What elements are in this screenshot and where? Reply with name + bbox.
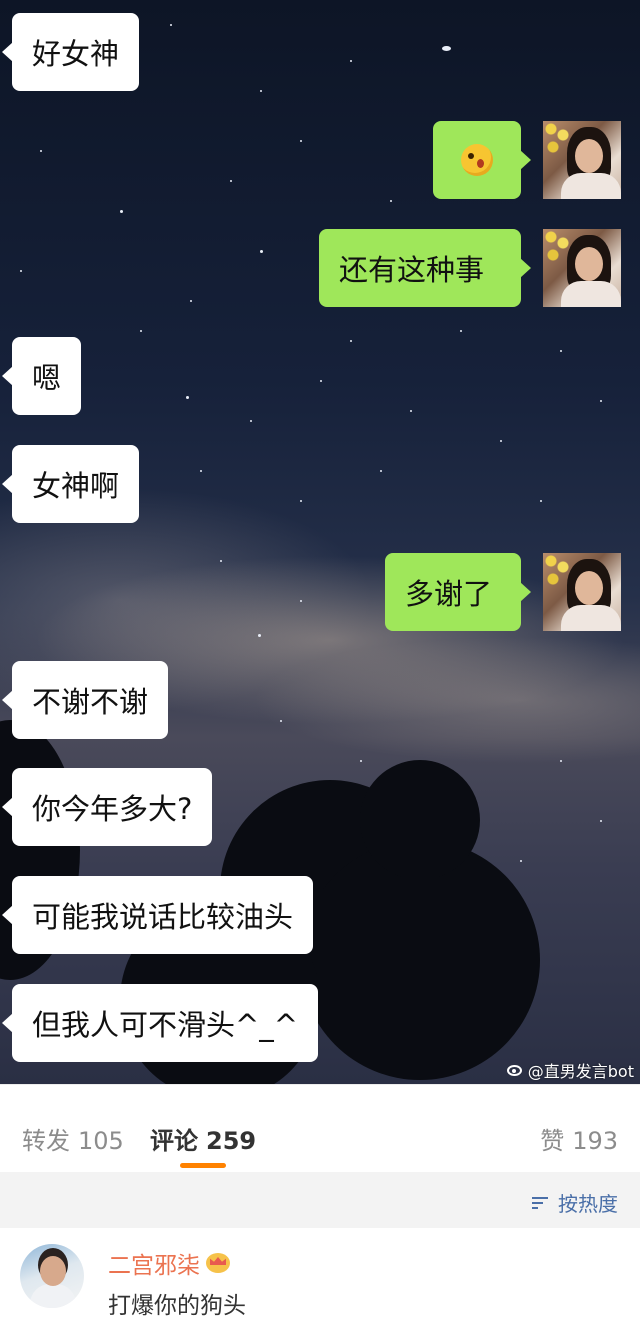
crown-badge-icon (206, 1253, 230, 1273)
star (220, 560, 222, 562)
message-bubble-incoming: 可能我说话比较油头 (1, 876, 314, 954)
star (540, 500, 542, 502)
star (40, 150, 42, 152)
star (20, 270, 22, 272)
chat-screenshot: 好女神 还有这种事 嗯 女神啊 多谢了 不谢不谢 你今年多大? 可能我说话比较油… (0, 0, 640, 1084)
star (260, 250, 263, 253)
star (410, 410, 412, 412)
star (230, 180, 232, 182)
message-text: 可能我说话比较油头 (32, 900, 294, 934)
star (300, 500, 302, 502)
tab-like-count: 193 (572, 1127, 618, 1155)
comment-item: 二宫邪柒 打爆你的狗头 (0, 1228, 640, 1322)
star (320, 380, 322, 382)
sort-label: 按热度 (558, 1192, 618, 1216)
star (120, 210, 123, 213)
tab-comment[interactable]: 评论 259 (150, 1121, 256, 1156)
star (280, 720, 282, 722)
engagement-tabs: 转发 105 评论 259 赞 193 (0, 1084, 640, 1172)
avatar[interactable] (20, 1244, 84, 1308)
message-text: 你今年多大? (32, 792, 193, 826)
star (190, 300, 192, 302)
avatar[interactable] (543, 553, 621, 631)
comment-text: 打爆你的狗头 (108, 1293, 246, 1319)
star (442, 46, 451, 51)
message-bubble-incoming: 但我人可不滑头^_^ (1, 984, 319, 1062)
sort-icon (532, 1195, 552, 1211)
star (250, 420, 252, 422)
avatar[interactable] (543, 121, 621, 199)
message-text: 不谢不谢 (32, 685, 149, 719)
star (186, 396, 189, 399)
star (600, 820, 602, 822)
avatar[interactable] (543, 229, 621, 307)
star (380, 470, 382, 472)
message-text: 女神啊 (32, 469, 120, 503)
star (460, 330, 462, 332)
star (390, 200, 392, 202)
star (560, 760, 562, 762)
star (350, 60, 352, 62)
active-tab-indicator (180, 1163, 226, 1168)
comment-username-text: 二宫邪柒 (108, 1253, 200, 1279)
comment-username[interactable]: 二宫邪柒 (108, 1246, 230, 1280)
message-bubble-incoming: 好女神 (1, 13, 140, 91)
message-text: 还有这种事 (339, 253, 485, 287)
message-text: 嗯 (32, 361, 62, 395)
star (560, 350, 562, 352)
star (350, 340, 352, 342)
tab-repost-label: 转发 (22, 1127, 70, 1155)
message-bubble-incoming: 不谢不谢 (1, 661, 169, 739)
star (140, 330, 142, 332)
message-bubble-outgoing: 还有这种事 (319, 229, 531, 307)
message-text: 但我人可不滑头^_^ (32, 1008, 299, 1042)
surprised-emoji-icon (461, 144, 493, 176)
message-bubble-outgoing (433, 121, 531, 199)
star (258, 634, 261, 637)
tree-silhouette (360, 760, 480, 880)
sort-bar: 按热度 (0, 1172, 640, 1228)
message-bubble-incoming: 女神啊 (1, 445, 140, 523)
star (520, 860, 522, 862)
tab-comment-label: 评论 (150, 1127, 198, 1155)
tab-repost-count: 105 (78, 1127, 124, 1155)
message-text: 好女神 (32, 37, 120, 71)
star (300, 140, 302, 142)
weibo-icon (506, 1062, 524, 1078)
star (170, 24, 172, 26)
watermark: @直男发言bot (506, 1058, 634, 1082)
star (360, 760, 362, 762)
tab-like-label: 赞 (540, 1127, 565, 1155)
message-bubble-incoming: 嗯 (1, 337, 82, 415)
star (260, 90, 262, 92)
sort-button[interactable]: 按热度 (532, 1188, 618, 1217)
star (200, 470, 202, 472)
tab-like[interactable]: 赞 193 (540, 1121, 618, 1156)
watermark-text: @直男发言bot (527, 1062, 634, 1081)
message-bubble-incoming: 你今年多大? (1, 768, 213, 846)
star (600, 400, 602, 402)
message-bubble-outgoing: 多谢了 (385, 553, 531, 631)
tab-comment-count: 259 (206, 1127, 257, 1155)
star (500, 440, 502, 442)
message-text: 多谢了 (405, 577, 493, 611)
tab-repost[interactable]: 转发 105 (22, 1121, 124, 1156)
star (300, 600, 302, 602)
